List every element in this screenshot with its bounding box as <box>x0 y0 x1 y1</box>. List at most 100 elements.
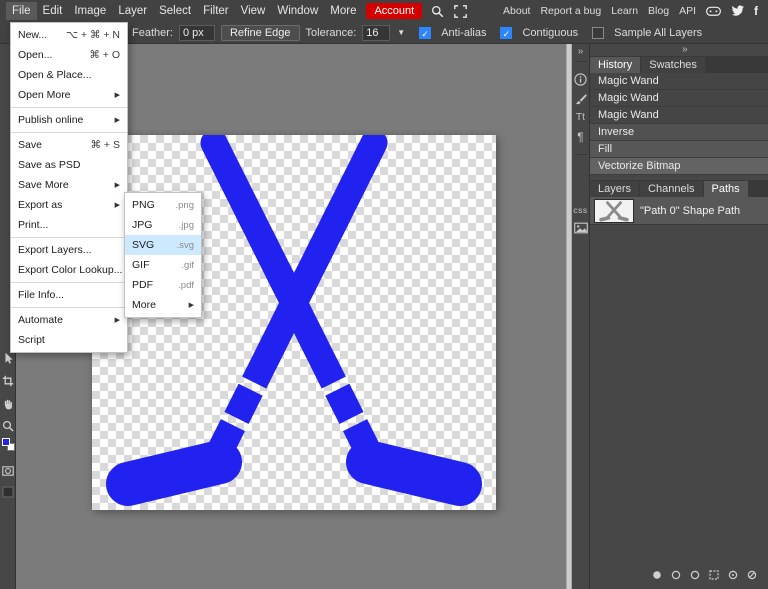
submenu-item-ext: .jpg <box>178 219 194 231</box>
character-panel-icon[interactable]: Tt <box>576 112 585 123</box>
history-item[interactable]: Magic Wand <box>590 73 768 90</box>
move-tool-icon[interactable] <box>2 351 14 365</box>
export-pdf-item[interactable]: PDF .pdf <box>125 275 201 295</box>
contiguous-checkbox[interactable]: ✓ <box>500 26 513 39</box>
css-panel-icon[interactable]: css <box>573 205 587 215</box>
refine-edge-button[interactable]: Refine Edge <box>220 24 300 41</box>
panel-icon-strip: » Tt ¶ css <box>572 44 590 589</box>
history-item[interactable]: Fill <box>590 141 768 158</box>
gamepad-icon[interactable] <box>706 6 721 17</box>
tab-history[interactable]: History <box>590 57 641 73</box>
submenu-item-label: JPG <box>132 219 153 231</box>
file-menu-item-export-as[interactable]: Export as ▶ <box>11 195 127 215</box>
file-menu-item-automate[interactable]: Automate ▶ <box>11 310 127 330</box>
path-selection-icon[interactable] <box>689 569 701 584</box>
fullscreen-icon[interactable] <box>454 4 468 18</box>
path-item-label: "Path 0" Shape Path <box>640 204 741 217</box>
feather-input[interactable] <box>178 24 215 41</box>
file-menu-item-print[interactable]: Print... <box>11 215 127 235</box>
screen-mode-icon[interactable] <box>2 485 14 499</box>
link-report-a-bug[interactable]: Report a bug <box>535 5 606 17</box>
link-blog[interactable]: Blog <box>643 5 674 17</box>
file-menu-item-save-as-psd[interactable]: Save as PSD <box>11 155 127 175</box>
menu-view[interactable]: View <box>235 2 272 20</box>
file-menu-item-save-more[interactable]: Save More ▶ <box>11 175 127 195</box>
menu-select[interactable]: Select <box>153 2 197 20</box>
menu-item-label: Open... <box>18 49 53 61</box>
selection-from-path-icon[interactable] <box>708 569 720 584</box>
tab-layers[interactable]: Layers <box>590 181 640 197</box>
file-menu-item-publish-online[interactable]: Publish online ▶ <box>11 110 127 130</box>
image-panel-icon[interactable] <box>573 222 588 234</box>
menu-separator <box>11 282 127 283</box>
strip-divider <box>574 154 587 155</box>
new-path-icon[interactable] <box>727 569 739 584</box>
export-svg-item[interactable]: SVG .svg <box>125 235 201 255</box>
crop-tool-icon[interactable] <box>2 374 14 388</box>
file-menu-item-script[interactable]: Script <box>11 330 127 350</box>
tab-channels[interactable]: Channels <box>640 181 703 197</box>
brush-icon[interactable] <box>574 93 588 105</box>
hand-tool-icon[interactable] <box>2 397 14 411</box>
file-menu-item-open-place[interactable]: Open & Place... <box>11 65 127 85</box>
file-menu: New... ⌥ + ⌘ + N Open... ⌘ + O Open & Pl… <box>10 22 128 353</box>
submenu-arrow-icon: ▶ <box>114 182 120 189</box>
anti-alias-checkbox[interactable]: ✓ <box>419 26 432 39</box>
submenu-arrow-icon: ▶ <box>114 202 120 209</box>
tolerance-input[interactable] <box>362 24 391 41</box>
path-list-item[interactable]: "Path 0" Shape Path <box>590 197 768 225</box>
sample-all-layers-checkbox[interactable] <box>592 26 605 39</box>
menu-filter[interactable]: Filter <box>197 2 235 20</box>
menu-edit[interactable]: Edit <box>37 2 69 20</box>
file-menu-item-open[interactable]: Open... ⌘ + O <box>11 45 127 65</box>
feather-label: Feather: <box>132 26 173 39</box>
export-png-item[interactable]: PNG .png <box>125 195 201 215</box>
file-menu-item-save[interactable]: Save ⌘ + S <box>11 135 127 155</box>
export-gif-item[interactable]: GIF .gif <box>125 255 201 275</box>
account-button[interactable]: Account <box>366 3 423 19</box>
collapse-panels-icon[interactable]: » <box>578 46 584 57</box>
file-menu-item-open-more[interactable]: Open More ▶ <box>11 85 127 105</box>
tab-swatches[interactable]: Swatches <box>641 57 705 73</box>
export-jpg-item[interactable]: JPG .jpg <box>125 215 201 235</box>
file-menu-item-export-color-lookup[interactable]: Export Color Lookup... <box>11 260 127 280</box>
info-icon[interactable] <box>574 73 587 86</box>
menu-file[interactable]: File <box>6 2 37 20</box>
file-menu-item-export-layers[interactable]: Export Layers... <box>11 240 127 260</box>
collapse-panels-icon[interactable]: » <box>682 44 688 55</box>
link-api[interactable]: API <box>674 5 701 17</box>
tab-paths[interactable]: Paths <box>703 181 748 197</box>
history-item[interactable]: Inverse <box>590 124 768 141</box>
history-item-current[interactable]: Vectorize Bitmap <box>590 158 768 175</box>
menu-item-label: Save as PSD <box>18 159 81 171</box>
menu-image[interactable]: Image <box>68 2 112 20</box>
menu-more[interactable]: More <box>324 2 362 20</box>
menu-window[interactable]: Window <box>271 2 324 20</box>
history-item[interactable]: Magic Wand <box>590 107 768 124</box>
menu-item-label: Save More <box>18 179 69 191</box>
twitter-icon[interactable] <box>731 5 745 17</box>
fill-path-icon[interactable] <box>651 569 663 584</box>
link-about[interactable]: About <box>498 5 535 17</box>
menu-item-label: Export Color Lookup... <box>18 264 123 276</box>
paragraph-panel-icon[interactable]: ¶ <box>577 130 583 144</box>
export-more-item[interactable]: More ▶ <box>125 295 201 315</box>
menu-layer[interactable]: Layer <box>112 2 153 20</box>
history-list: Magic Wand Magic Wand Magic Wand Inverse… <box>590 73 768 175</box>
history-item[interactable]: Magic Wand <box>590 90 768 107</box>
delete-path-icon[interactable] <box>746 569 758 584</box>
right-panels: » History Swatches Magic Wand Magic Wand… <box>590 44 768 589</box>
color-swatches[interactable] <box>2 438 15 454</box>
tolerance-dropdown-icon[interactable]: ▼ <box>397 28 405 37</box>
link-learn[interactable]: Learn <box>606 5 643 17</box>
quick-mask-icon[interactable] <box>2 464 14 478</box>
stroke-path-icon[interactable] <box>670 569 682 584</box>
file-menu-item-new[interactable]: New... ⌥ + ⌘ + N <box>11 25 127 45</box>
menu-item-label: Print... <box>18 219 49 231</box>
menu-item-label: Export Layers... <box>18 244 92 256</box>
zoom-tool-icon[interactable] <box>2 419 14 433</box>
search-icon[interactable] <box>431 5 444 18</box>
submenu-item-label: More <box>132 299 156 311</box>
file-menu-item-file-info[interactable]: File Info... <box>11 285 127 305</box>
facebook-icon[interactable]: f <box>750 4 762 18</box>
